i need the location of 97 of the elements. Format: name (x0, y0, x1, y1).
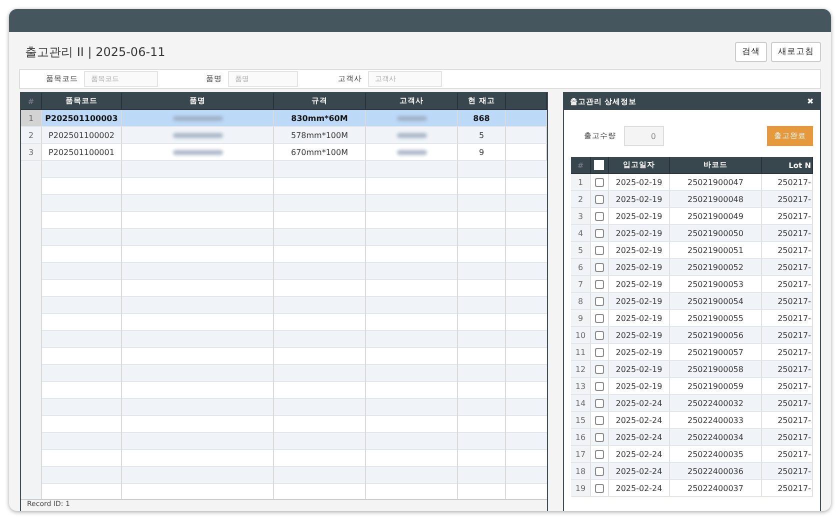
row-number: 10 (570, 327, 591, 344)
blurred-text (396, 116, 426, 120)
table-cell: 2025-02-24 (608, 463, 670, 480)
table-cell: 25022400036 (670, 463, 762, 480)
table-cell: 830mm*60M (274, 110, 366, 127)
row-number: 1 (570, 174, 591, 191)
row-number: 13 (570, 378, 591, 395)
row-number: 3 (570, 208, 591, 225)
row-number: 9 (570, 310, 591, 327)
row-checkbox[interactable] (594, 398, 604, 408)
row-number: 16 (570, 429, 591, 446)
row-checkbox[interactable] (594, 466, 604, 476)
row-checkbox[interactable] (594, 484, 604, 492)
row-checkbox[interactable] (594, 194, 604, 204)
table-cell (506, 127, 547, 144)
row-number: 12 (570, 361, 591, 378)
row-number: 2 (570, 191, 591, 208)
row-number: 3 (21, 144, 42, 161)
table-cell: 2025-02-24 (608, 480, 670, 497)
select-all-checkbox[interactable] (594, 160, 604, 170)
toolbar-button[interactable]: 새로고침 (771, 42, 821, 62)
close-button[interactable]: ✖ (807, 97, 814, 106)
table-cell: 25021900048 (670, 191, 762, 208)
table-cell: 250217- (762, 191, 813, 208)
table-cell (506, 110, 547, 127)
table-cell: 578mm*100M (274, 127, 366, 144)
row-checkbox[interactable] (594, 450, 604, 458)
blurred-text (172, 150, 222, 154)
table-cell: 2025-02-19 (608, 327, 670, 344)
row-checkbox[interactable] (594, 280, 604, 288)
row-checkbox[interactable] (594, 296, 604, 306)
table-cell: 25021900058 (670, 361, 762, 378)
table-cell: 2025-02-24 (608, 429, 670, 446)
row-checkbox[interactable] (594, 262, 604, 272)
table-cell (506, 144, 547, 161)
table-cell: P202501100002 (42, 127, 122, 144)
row-number: 6 (570, 259, 591, 276)
table-cell: 250217- (762, 293, 813, 310)
row-number: 2 (21, 127, 42, 144)
table-cell: 2025-02-24 (608, 395, 670, 412)
table-cell: 25022400034 (670, 429, 762, 446)
table-cell: 25021900056 (670, 327, 762, 344)
table-cell: 250217- (762, 327, 813, 344)
table-row[interactable]: 3 P202501100001 670mm*100M 9 (21, 144, 547, 161)
table-cell: 25021900054 (670, 293, 762, 310)
table-row[interactable]: 2 P202501100002 578mm*100M 5 (21, 127, 547, 144)
table-cell: 25022400037 (670, 480, 762, 497)
table-cell: P202501100001 (42, 144, 122, 161)
toolbar-button[interactable]: 검색 (735, 42, 767, 62)
row-number: 8 (570, 293, 591, 310)
row-number: 18 (570, 463, 591, 480)
table-cell: 2025-02-19 (608, 293, 670, 310)
blurred-text (396, 132, 426, 138)
blurred-text (172, 132, 222, 138)
row-number: 19 (570, 480, 591, 497)
row-checkbox[interactable] (594, 364, 604, 374)
table-cell: P202501100003 (42, 110, 122, 127)
row-checkbox[interactable] (594, 330, 604, 340)
table-cell: 250217- (762, 225, 813, 242)
table-cell: 250217- (762, 463, 813, 480)
table-cell: 250217- (762, 480, 813, 497)
row-number: 11 (570, 344, 591, 361)
table-cell: 250217- (762, 259, 813, 276)
row-checkbox[interactable] (594, 228, 604, 238)
row-checkbox[interactable] (594, 382, 604, 390)
table-cell: 2025-02-19 (608, 259, 670, 276)
table-cell: 5 (458, 127, 506, 144)
row-checkbox[interactable] (594, 432, 604, 442)
table-cell: 2025-02-19 (608, 191, 670, 208)
table-cell: 250217- (762, 429, 813, 446)
row-checkbox[interactable] (594, 212, 604, 220)
table-cell: 25021900052 (670, 259, 762, 276)
row-checkbox[interactable] (594, 348, 604, 356)
row-checkbox[interactable] (594, 314, 604, 322)
table-cell: 25021900050 (670, 225, 762, 242)
table-cell: 2025-02-19 (608, 361, 670, 378)
blurred-text (172, 116, 222, 120)
table-cell: 2025-02-19 (608, 225, 670, 242)
table-cell: 670mm*100M (274, 144, 366, 161)
table-cell: 250217- (762, 395, 813, 412)
table-cell: 868 (458, 110, 506, 127)
page-title: 출고관리 II | 2025-06-11 (25, 44, 166, 60)
blurred-text (396, 150, 426, 154)
row-checkbox[interactable] (594, 246, 604, 254)
table-cell: 9 (458, 144, 506, 161)
row-number: 14 (570, 395, 591, 412)
table-row[interactable]: 1 P202501100003 830mm*60M 868 (21, 110, 547, 127)
row-number: 17 (570, 446, 591, 463)
row-number: 1 (21, 110, 42, 127)
row-number: 4 (570, 225, 591, 242)
row-number: 15 (570, 412, 591, 429)
table-cell: 250217- (762, 361, 813, 378)
row-number: 7 (570, 276, 591, 293)
row-checkbox[interactable] (594, 416, 604, 424)
row-checkbox[interactable] (594, 178, 604, 186)
row-number: 5 (570, 242, 591, 259)
table-cell: 25022400032 (670, 395, 762, 412)
